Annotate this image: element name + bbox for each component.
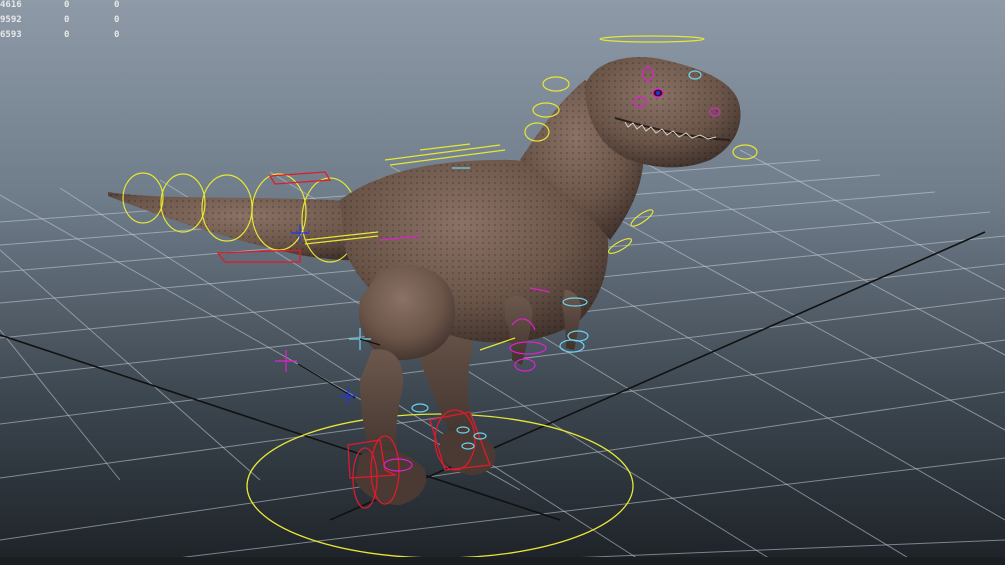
scene-canvas[interactable]: [0, 0, 1005, 565]
maya-viewport[interactable]: 4616 0 0 9592 0 0 6593 0 0: [0, 0, 1005, 565]
left-arm: [505, 296, 533, 365]
viewport-bottom-edge: [0, 557, 1005, 565]
